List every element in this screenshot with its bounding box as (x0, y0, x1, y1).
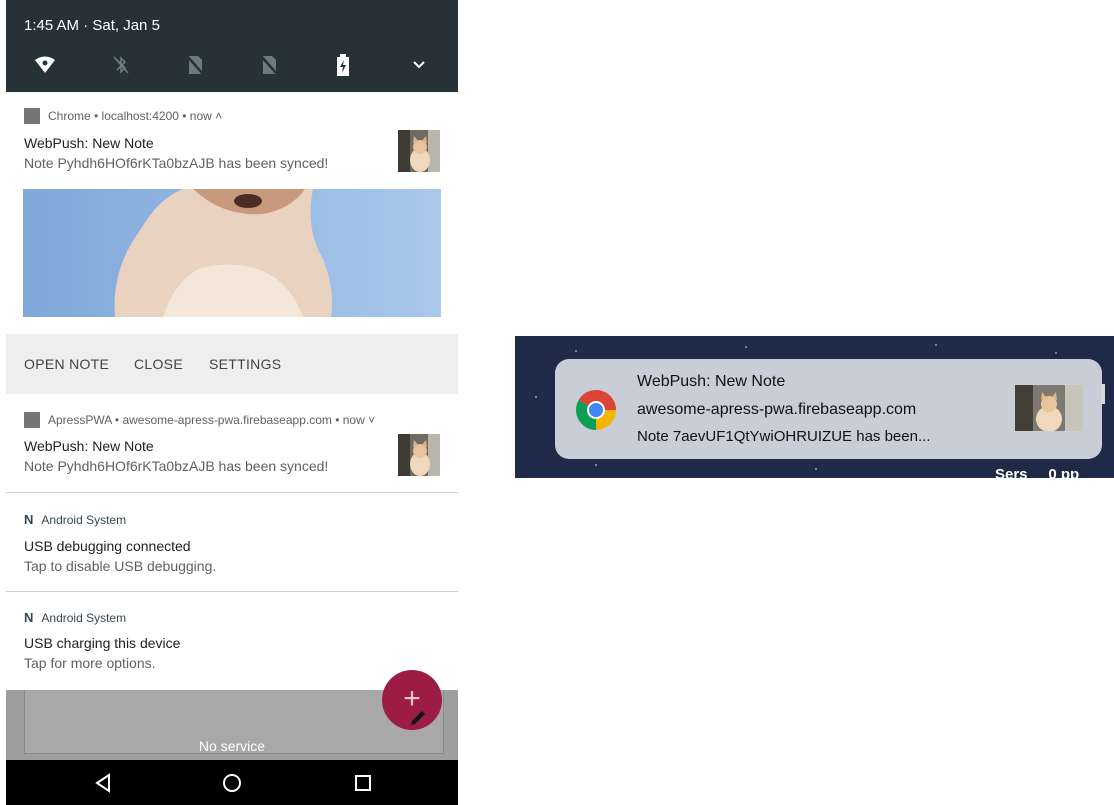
notification-app-row: N Android System (24, 610, 126, 625)
star (575, 350, 577, 352)
close-button[interactable]: CLOSE (134, 356, 183, 372)
notification-app-row: ApressPWA • awesome-apress-pwa.firebasea… (24, 412, 375, 428)
android-notification-shade: 1:45 AM · Sat, Jan 5 Chrome • localhost:… (6, 0, 458, 805)
kitten-thumbnail (398, 130, 440, 172)
notification-big-picture (23, 189, 441, 317)
notification-app-name: Android System (41, 512, 127, 527)
back-icon[interactable] (88, 768, 118, 798)
home-icon[interactable] (217, 768, 247, 798)
chrome-app-icon (24, 108, 40, 124)
pencil-icon[interactable] (408, 708, 428, 733)
partial-desktop-text: Sers 0 pp (995, 466, 1080, 478)
notification-text: Note 7aevUF1QtYwiOHRUIZUE has been... (637, 428, 931, 445)
recents-icon[interactable] (348, 768, 378, 798)
star (745, 346, 747, 348)
quick-settings-header: 1:45 AM · Sat, Jan 5 (6, 0, 458, 92)
notification-text: Tap to disable USB debugging. (24, 558, 217, 574)
wifi-icon[interactable] (30, 50, 60, 80)
star (595, 464, 597, 466)
notification-app-row: N Android System (24, 512, 126, 527)
battery-charging-icon[interactable] (328, 50, 358, 80)
android-system-icon: N (24, 512, 34, 527)
quick-settings-toggles (6, 50, 458, 82)
macos-notification[interactable]: WebPush: New Note awesome-apress-pwa.fir… (555, 359, 1102, 459)
notification-title: WebPush: New Note (637, 373, 786, 390)
chrome-notification[interactable]: Chrome • localhost:4200 • now ˄ WebPush:… (6, 92, 458, 334)
kitten-thumbnail (398, 434, 440, 476)
usb-debugging-notification[interactable]: N Android System USB debugging connected… (6, 493, 458, 591)
notification-app-name: Android System (41, 610, 127, 625)
notification-text: Note Pyhdh6HOf6rKTa0bzAJB has been synce… (24, 458, 329, 474)
partial-window-edge (1101, 384, 1105, 404)
macos-desktop: WebPush: New Note awesome-apress-pwa.fir… (515, 336, 1114, 478)
open-note-button[interactable]: OPEN NOTE (24, 356, 109, 372)
notification-site: awesome-apress-pwa.firebaseapp.com (637, 401, 917, 418)
notification-app-row: Chrome • localhost:4200 • now ˄ (24, 108, 222, 124)
pwa-notification[interactable]: ApressPWA • awesome-apress-pwa.firebasea… (6, 394, 458, 492)
time-date: 1:45 AM · Sat, Jan 5 (24, 17, 160, 34)
bluetooth-off-icon[interactable] (106, 50, 136, 80)
star (935, 344, 937, 346)
star (535, 396, 537, 398)
star (1055, 352, 1057, 354)
kitten-thumbnail (1015, 385, 1083, 431)
notification-app-info: Chrome • localhost:4200 • now ˄ (48, 109, 223, 123)
settings-button[interactable]: SETTINGS (209, 356, 281, 372)
android-system-icon: N (24, 610, 34, 625)
notification-actions: OPEN NOTE CLOSE SETTINGS (6, 334, 458, 394)
background-app: + No service (6, 670, 458, 760)
notification-text: Note Pyhdh6HOf6rKTa0bzAJB has been synce… (24, 155, 329, 171)
notification-text: Tap for more options. (24, 655, 156, 671)
pwa-app-icon (24, 412, 40, 428)
navigation-bar (6, 760, 458, 805)
notification-title: USB charging this device (24, 635, 181, 651)
notification-title: USB debugging connected (24, 538, 191, 554)
notification-title: WebPush: New Note (24, 135, 154, 151)
notification-app-info: ApressPWA • awesome-apress-pwa.firebasea… (48, 413, 376, 427)
no-sim-icon[interactable] (254, 50, 284, 80)
chrome-logo-icon (573, 387, 619, 433)
usb-charging-notification[interactable]: N Android System USB charging this devic… (6, 592, 458, 690)
expand-chevron-icon[interactable] (404, 50, 434, 80)
notification-title: WebPush: New Note (24, 438, 154, 454)
no-service-label: No service (198, 738, 266, 754)
no-sim-icon[interactable] (180, 50, 210, 80)
star (815, 468, 817, 470)
